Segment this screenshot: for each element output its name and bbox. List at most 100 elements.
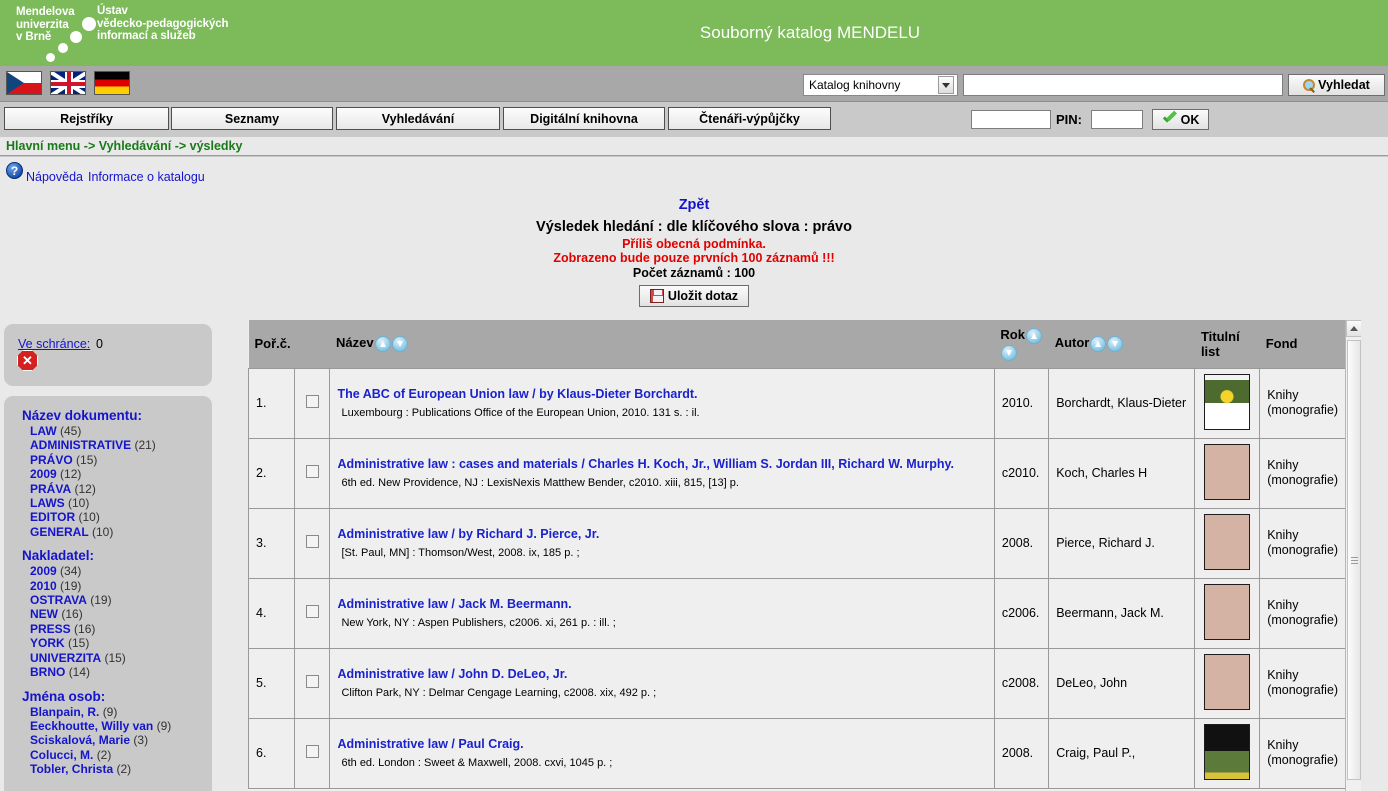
- facet-item: Tobler, Christa (2): [4, 762, 212, 776]
- facet-item: NEW (16): [4, 607, 212, 621]
- facet-term-link[interactable]: 2009: [30, 564, 57, 578]
- facet-count: (10): [78, 510, 100, 525]
- record-fond: Knihy (monografie): [1259, 437, 1348, 509]
- facet-term-link[interactable]: YORK: [30, 636, 65, 650]
- table-row: 1. The ABC of European Union law / by Kla…: [248, 367, 1348, 439]
- help-link-informace[interactable]: Informace o katalogu: [88, 170, 205, 184]
- breadcrumb[interactable]: Hlavní menu -> Vyhledávání -> výsledky: [0, 139, 242, 153]
- record-year: c2008.: [993, 647, 1050, 719]
- sort-descending-icon[interactable]: [1001, 345, 1018, 362]
- facet-item: ADMINISTRATIVE (21): [4, 438, 212, 452]
- nav-label: Seznamy: [224, 111, 280, 126]
- sort-descending-icon[interactable]: [391, 336, 408, 353]
- pin-input[interactable]: [1091, 110, 1143, 129]
- facet-term-link[interactable]: LAWS: [30, 496, 65, 510]
- record-title-link[interactable]: Administrative law / John D. DeLeo, Jr.: [337, 667, 986, 681]
- placeholder-cover-icon[interactable]: [1204, 653, 1251, 710]
- facet-term-link[interactable]: PRESS: [30, 622, 71, 636]
- facet-item: UNIVERZITA (15): [4, 651, 212, 665]
- placeholder-cover-icon[interactable]: [1204, 443, 1251, 500]
- facet-term-link[interactable]: EDITOR: [30, 510, 75, 524]
- facet-term-link[interactable]: LAW: [30, 424, 57, 438]
- row-checkbox[interactable]: [305, 465, 319, 478]
- facet-term-link[interactable]: 2009: [30, 467, 57, 481]
- row-checkbox[interactable]: [305, 535, 319, 548]
- nav-button-digitalni-knihovna[interactable]: Digitální knihovna: [503, 107, 665, 130]
- facet-term-link[interactable]: Tobler, Christa: [30, 762, 113, 776]
- search-submit-button[interactable]: Vyhledat: [1288, 74, 1385, 96]
- clipboard-label[interactable]: Ve schránce:: [18, 337, 90, 351]
- nav-button-vyhledavani[interactable]: Vyhledávání: [336, 107, 500, 130]
- col-header-year: Rok: [994, 320, 1049, 368]
- row-checkbox[interactable]: [305, 605, 319, 618]
- facet-term-link[interactable]: Eeckhoutte, Willy van: [30, 719, 153, 733]
- facet-count: (16): [61, 607, 83, 622]
- col-header-cover: Titulní list: [1194, 320, 1260, 368]
- facet-term-link[interactable]: Blanpain, R.: [30, 705, 99, 719]
- col-header-author-label: Autor: [1054, 335, 1090, 351]
- sort-ascending-icon[interactable]: [1090, 336, 1107, 353]
- record-cell: Administrative law : cases and materials…: [329, 437, 995, 509]
- row-checkbox[interactable]: [305, 395, 319, 408]
- facet-term-link[interactable]: Colucci, M.: [30, 748, 93, 762]
- record-cell: Administrative law / Jack M. Beermann. Ne…: [329, 577, 995, 649]
- col-header-title-label: Název: [335, 335, 374, 351]
- login-ok-button[interactable]: OK: [1152, 109, 1209, 130]
- username-input[interactable]: [971, 110, 1051, 129]
- result-count: Počet záznamů : 100: [632, 266, 756, 280]
- row-checkbox[interactable]: [305, 745, 319, 758]
- record-title-link[interactable]: Administrative law : cases and materials…: [337, 457, 986, 471]
- logo-university-name: Mendelova univerzita v Brně: [16, 6, 75, 44]
- facet-term-link[interactable]: PRÁVA: [30, 482, 71, 496]
- facet-item: Eeckhoutte, Willy van (9): [4, 719, 212, 733]
- sort-descending-icon[interactable]: [1107, 336, 1124, 353]
- record-title-link[interactable]: Administrative law / Jack M. Beermann.: [337, 597, 986, 611]
- record-title-link[interactable]: Administrative law / Paul Craig.: [337, 737, 986, 751]
- facet-item: PRÁVO (15): [4, 453, 212, 467]
- facet-term-link[interactable]: PRÁVO: [30, 453, 73, 467]
- facet-count: (19): [90, 593, 112, 608]
- placeholder-cover-icon[interactable]: [1204, 513, 1251, 570]
- search-scope-select[interactable]: Katalog knihovny: [803, 74, 958, 96]
- row-checkbox[interactable]: [305, 675, 319, 688]
- facet-term-link[interactable]: OSTRAVA: [30, 593, 87, 607]
- page-root: Mendelova univerzita v Brně Ústav vědecko-p…: [0, 0, 1388, 791]
- back-link[interactable]: Zpět: [679, 197, 710, 213]
- search-input[interactable]: [963, 74, 1283, 96]
- book-cover-thumbnail-2-icon[interactable]: [1204, 723, 1251, 780]
- scrollbar-thumb[interactable]: [1347, 340, 1361, 780]
- record-title-link[interactable]: The ABC of European Union law / by Klaus…: [337, 387, 986, 401]
- breadcrumb-bar: Hlavní menu -> Vyhledávání -> výsledky: [0, 137, 1388, 156]
- help-link-napoveda[interactable]: Nápověda: [26, 170, 83, 184]
- results-scrollbar[interactable]: [1345, 320, 1362, 791]
- scroll-up-button[interactable]: [1346, 320, 1362, 337]
- placeholder-cover-icon[interactable]: [1204, 583, 1251, 640]
- facet-item: PRESS (16): [4, 622, 212, 636]
- save-query-button[interactable]: Uložit dotaz: [638, 285, 750, 307]
- facet-term-link[interactable]: UNIVERZITA: [30, 651, 101, 665]
- nav-button-rejstriky[interactable]: Rejstříky: [4, 107, 169, 130]
- logo-dot-icon: [82, 17, 96, 31]
- uk-flag-icon[interactable]: [50, 71, 86, 95]
- facet-term-link[interactable]: Sciskalová, Marie: [30, 733, 130, 747]
- facet-term-link[interactable]: GENERAL: [30, 525, 89, 539]
- facet-term-link[interactable]: NEW: [30, 607, 58, 621]
- question-mark-icon[interactable]: ?: [6, 162, 23, 179]
- book-cover-thumbnail-icon[interactable]: [1204, 373, 1251, 430]
- facet-term-link[interactable]: BRNO: [30, 665, 65, 679]
- record-author: Pierce, Richard J.: [1048, 507, 1196, 579]
- facet-term-link[interactable]: 2010: [30, 579, 57, 593]
- nav-button-seznamy[interactable]: Seznamy: [171, 107, 333, 130]
- facet-panel: Název dokumentu: LAW (45) ADMINISTRATIVE (…: [4, 396, 212, 791]
- cz-flag-icon[interactable]: [6, 71, 42, 95]
- row-number: 3.: [248, 507, 295, 579]
- nav-label: Vyhledávání: [381, 111, 455, 126]
- record-title-link[interactable]: Administrative law / by Richard J. Pierc…: [337, 527, 986, 541]
- sort-ascending-icon[interactable]: [374, 336, 391, 353]
- de-flag-icon[interactable]: [94, 71, 130, 95]
- nav-button-ctenari-vypujcky[interactable]: Čtenáři-výpůjčky: [668, 107, 831, 130]
- chevron-down-icon[interactable]: [938, 76, 954, 94]
- facet-term-link[interactable]: ADMINISTRATIVE: [30, 438, 131, 452]
- record-cover-cell: [1194, 717, 1261, 789]
- sort-ascending-icon[interactable]: [1025, 327, 1042, 344]
